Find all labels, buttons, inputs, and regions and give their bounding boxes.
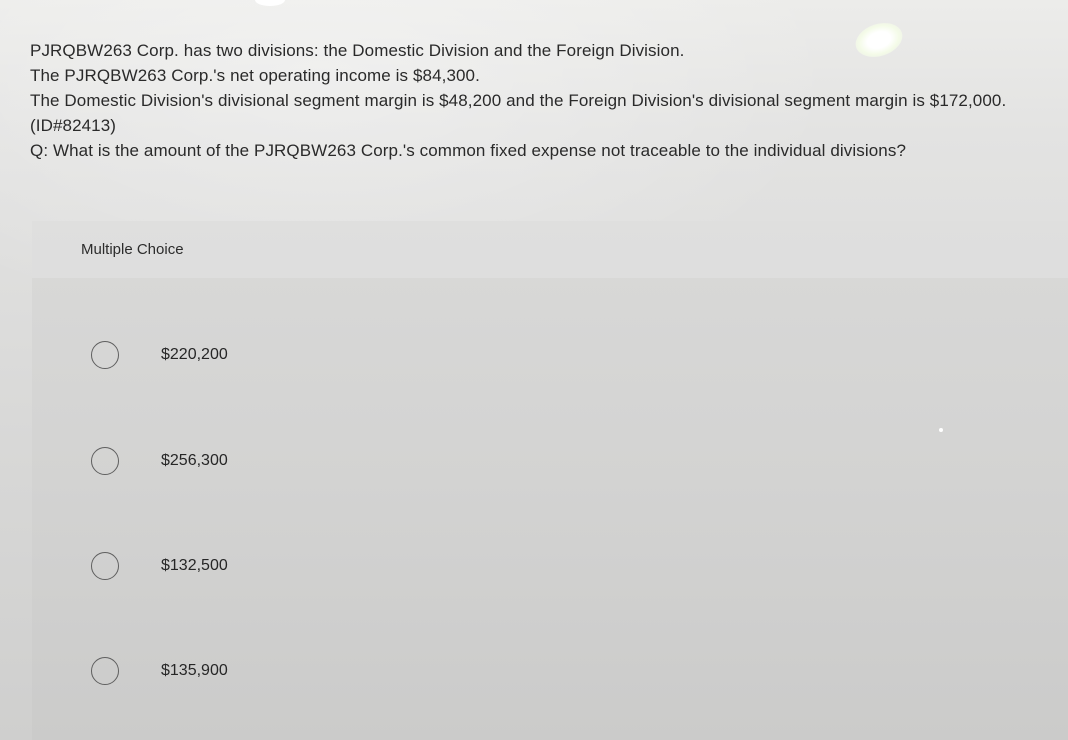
radio-button-icon[interactable] <box>91 447 119 475</box>
multiple-choice-panel: Multiple Choice $220,200 $256,300 $132,5… <box>32 221 1068 740</box>
answer-option-2[interactable]: $256,300 <box>91 441 991 481</box>
question-line-3: The Domestic Division's divisional segme… <box>30 91 1007 110</box>
answer-option-label: $135,900 <box>161 662 228 679</box>
question-line-4: (ID#82413) <box>30 116 117 135</box>
answer-option-label: $256,300 <box>161 452 228 469</box>
radio-button-icon[interactable] <box>91 552 119 580</box>
multiple-choice-header: Multiple Choice <box>32 221 1068 278</box>
question-text: PJRQBW263 Corp. has two divisions: the D… <box>30 38 1066 163</box>
answer-option-1[interactable]: $220,200 <box>91 335 991 375</box>
answer-option-label: $220,200 <box>161 346 228 363</box>
question-line-2: The PJRQBW263 Corp.'s net operating inco… <box>30 66 480 85</box>
screen-speck <box>939 428 943 432</box>
radio-button-icon[interactable] <box>91 657 119 685</box>
screen-glare-top <box>255 0 285 6</box>
radio-button-icon[interactable] <box>91 341 119 369</box>
answer-option-3[interactable]: $132,500 <box>91 546 991 586</box>
answer-option-4[interactable]: $135,900 <box>91 651 991 691</box>
multiple-choice-title: Multiple Choice <box>81 241 184 258</box>
answer-option-label: $132,500 <box>161 557 228 574</box>
question-line-1: PJRQBW263 Corp. has two divisions: the D… <box>30 41 685 60</box>
question-line-5: Q: What is the amount of the PJRQBW263 C… <box>30 141 907 160</box>
